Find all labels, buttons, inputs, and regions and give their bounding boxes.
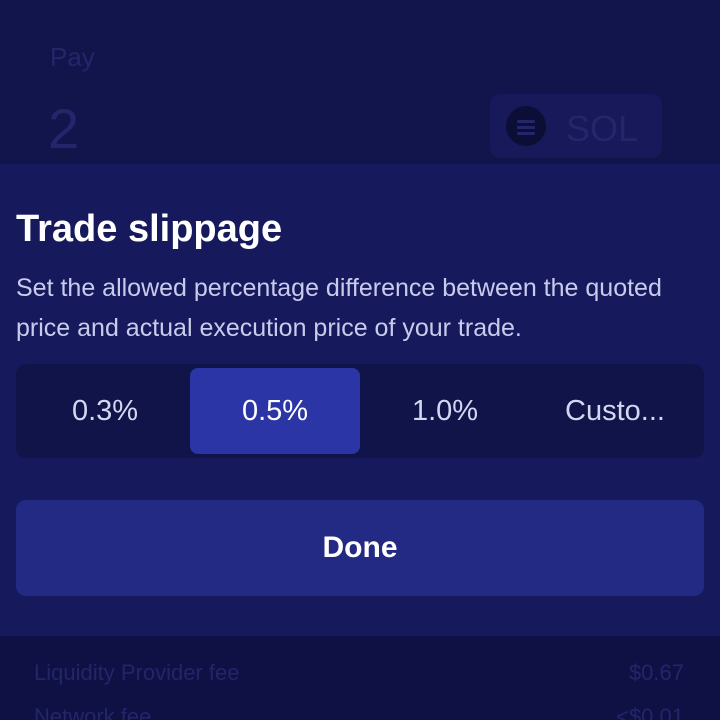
fee-label: Liquidity Provider fee [34,660,240,685]
solana-token-icon [506,106,546,146]
slippage-option-0-5-selected[interactable]: 0.5% [190,368,360,454]
trade-slippage-sheet: Trade slippage Set the allowed percentag… [0,164,720,636]
fee-value: $0.67 [628,660,684,685]
slippage-options: 0.3% 0.5% 1.0% Custo... [16,364,704,458]
sheet-title: Trade slippage [16,208,283,250]
sheet-description: Set the allowed percentage difference be… [16,274,662,342]
token-symbol: SOL [566,108,639,149]
pay-card: Pay 2 SOL [0,0,720,170]
slippage-option-1-0[interactable]: 1.0% [360,368,530,454]
slippage-option-custom[interactable]: Custo... [530,368,700,454]
fee-label: Network fee [34,704,152,720]
slippage-option-0-3[interactable]: 0.3% [20,368,190,454]
pay-label: Pay [50,42,95,72]
fee-value: <$0.01 [616,704,684,720]
fee-row-liquidity-provider: Liquidity Provider fee $0.67 [34,660,684,686]
fee-row-network: Network fee <$0.01 [34,704,684,720]
token-select-button[interactable]: SOL [490,94,662,158]
pay-amount-input[interactable]: 2 [48,96,79,161]
done-button[interactable]: Done [16,500,704,596]
